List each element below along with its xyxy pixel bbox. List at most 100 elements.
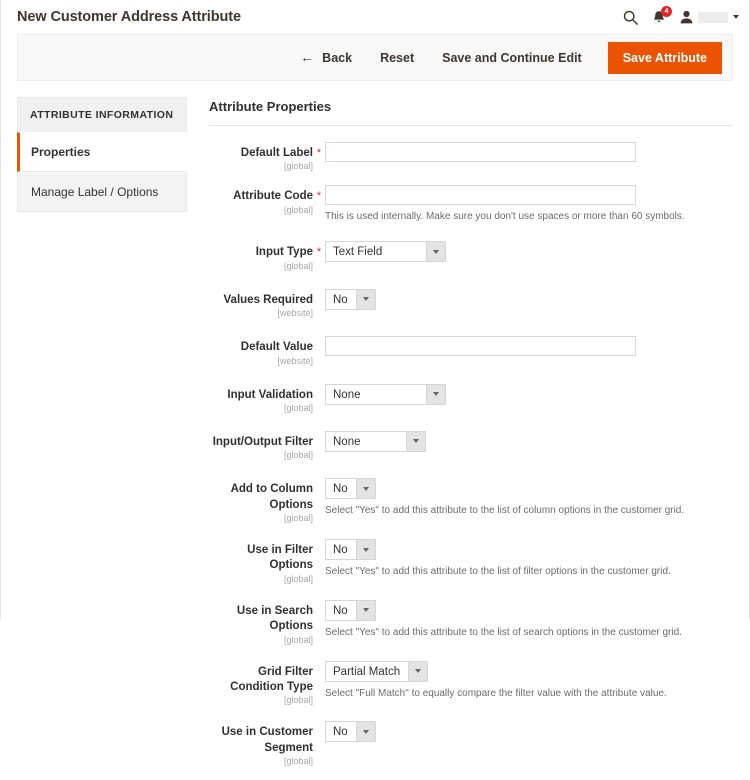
use-in-search-options-value: No [326, 600, 356, 620]
page-actions-toolbar: ← Back Reset Save and Continue Edit Save… [17, 34, 733, 81]
field-label-text: Grid Filter Condition Type [230, 665, 313, 693]
field-control [325, 142, 733, 162]
field-label-wrap: Input Validation [global] [209, 384, 313, 413]
use-in-search-options-select[interactable]: No [325, 599, 376, 621]
add-to-column-options-value: No [326, 479, 356, 499]
header-tools: 4 [623, 5, 739, 25]
field-label-wrap: Add to Column Options [global] [209, 478, 313, 523]
input-output-filter-select[interactable]: None [325, 430, 426, 452]
field-use-in-filter-options: Use in Filter Options [global] No Select… [209, 539, 733, 584]
field-values-required: Values Required [website] No [209, 288, 733, 318]
field-scope-text: [global] [283, 573, 313, 584]
field-scope-text: [global] [283, 513, 313, 523]
use-in-customer-segment-select[interactable]: No [325, 721, 376, 743]
required-marker-wrap: * [313, 185, 325, 202]
field-control [325, 336, 733, 357]
field-label-text: Use in Search Options [236, 604, 313, 633]
field-label-text: Add to Column Options [230, 483, 313, 511]
field-default-label: Default Label [global] * [209, 142, 733, 171]
field-label-text: Attribute Code [233, 190, 313, 203]
field-label-wrap: Input/Output Filter [global] [209, 431, 313, 460]
field-control: No Select "Yes" to add this attribute to… [325, 478, 733, 517]
field-label-text: Input/Output Filter [212, 435, 313, 448]
field-label-text: Default Label [240, 147, 313, 159]
grid-filter-condition-type-value: Partial Match [326, 661, 409, 681]
use-in-filter-options-value: No [326, 540, 356, 559]
values-required-select[interactable]: No [325, 288, 376, 310]
field-scope-text: [global] [283, 204, 313, 215]
use-in-filter-options-select[interactable]: No [325, 539, 376, 560]
default-label-input[interactable] [325, 142, 636, 162]
field-control: Partial Match Select "Full Match" to equ… [325, 660, 733, 700]
chevron-down-icon [406, 431, 425, 451]
add-to-column-options-select[interactable]: No [325, 478, 376, 500]
field-scope-text: [global] [283, 161, 313, 172]
chevron-down-icon [355, 600, 375, 620]
chevron-down-icon [426, 242, 445, 262]
reset-button[interactable]: Reset [366, 45, 428, 71]
field-label-wrap: Default Value [website] [209, 336, 313, 365]
input-type-value: Text Field [326, 242, 426, 262]
required-asterisk: * [316, 190, 322, 203]
save-attribute-label: Save Attribute [622, 50, 707, 65]
use-in-filter-options-note: Select "Yes" to add this attribute to th… [325, 566, 671, 577]
required-asterisk: * [316, 147, 322, 159]
tab-properties[interactable]: Properties [17, 132, 187, 172]
field-label-text: Use in Filter Options [247, 544, 313, 572]
field-label-wrap: Use in Search Options [global] [209, 600, 313, 645]
field-label-text: Values Required [223, 293, 313, 306]
required-marker-wrap [313, 384, 325, 387]
notifications-bell-icon[interactable]: 4 [652, 5, 672, 25]
field-label-wrap: Attribute Code [global] [209, 185, 313, 214]
notifications-badge: 4 [661, 5, 672, 17]
field-scope-text: [global] [283, 450, 313, 461]
form-section-title: Attribute Properties [209, 99, 733, 126]
page-title: New Customer Address Attribute [17, 9, 241, 25]
field-input-type: Input Type [global] * Text Field [209, 241, 733, 271]
attribute-code-input[interactable] [325, 185, 636, 206]
save-attribute-button[interactable]: Save Attribute [607, 41, 722, 74]
required-marker-wrap [313, 721, 325, 724]
required-marker-wrap [313, 478, 325, 481]
attribute-code-note: This is used internally. Make sure you d… [325, 211, 685, 223]
required-marker-wrap [313, 600, 325, 603]
admin-page: New Customer Address Attribute 4 ← Back … [0, 0, 750, 766]
use-in-search-options-note: Select "Yes" to add this attribute to th… [325, 626, 682, 638]
back-button[interactable]: ← Back [292, 45, 366, 71]
required-marker-wrap [313, 336, 325, 339]
required-marker-wrap: * [313, 142, 325, 159]
field-grid-filter-condition-type: Grid Filter Condition Type [global] Part… [209, 660, 733, 706]
input-validation-select[interactable]: None [325, 383, 446, 405]
default-value-input[interactable] [325, 336, 636, 357]
user-icon [680, 10, 693, 24]
field-label-wrap: Default Label [global] [209, 142, 313, 171]
field-control: No [325, 288, 733, 310]
field-control: None [325, 383, 733, 405]
chevron-down-icon [355, 722, 375, 742]
tabs-group-title: ATTRIBUTE INFORMATION [17, 97, 187, 132]
field-scope-text: [global] [283, 756, 313, 766]
field-scope-text: [global] [283, 634, 313, 645]
field-label-text: Input Validation [227, 388, 313, 401]
save-and-continue-edit-button[interactable]: Save and Continue Edit [428, 45, 596, 71]
field-scope-text: [website] [277, 355, 313, 366]
field-label-wrap: Grid Filter Condition Type [global] [209, 661, 313, 706]
field-attribute-code: Attribute Code [global] * This is used i… [209, 185, 733, 223]
values-required-value: No [326, 289, 356, 309]
field-label-text: Input Type [255, 246, 313, 259]
tab-manage-label-options[interactable]: Manage Label / Options [17, 172, 187, 212]
field-label-wrap: Values Required [website] [209, 289, 313, 318]
search-icon[interactable] [623, 10, 638, 25]
field-scope-text: [global] [283, 402, 313, 413]
input-validation-value: None [326, 384, 426, 404]
input-type-select[interactable]: Text Field [325, 241, 446, 263]
use-in-customer-segment-value: No [326, 722, 356, 742]
user-menu[interactable] [680, 10, 739, 24]
tab-manage-label-options-label: Manage Label / Options [31, 185, 159, 199]
field-control: None [325, 430, 733, 452]
reset-button-label: Reset [380, 50, 415, 65]
field-scope-text: [global] [283, 695, 313, 706]
grid-filter-condition-type-select[interactable]: Partial Match [325, 660, 429, 682]
required-asterisk: * [316, 246, 322, 259]
grid-filter-condition-type-note: Select "Full Match" to equally compare t… [325, 687, 667, 699]
